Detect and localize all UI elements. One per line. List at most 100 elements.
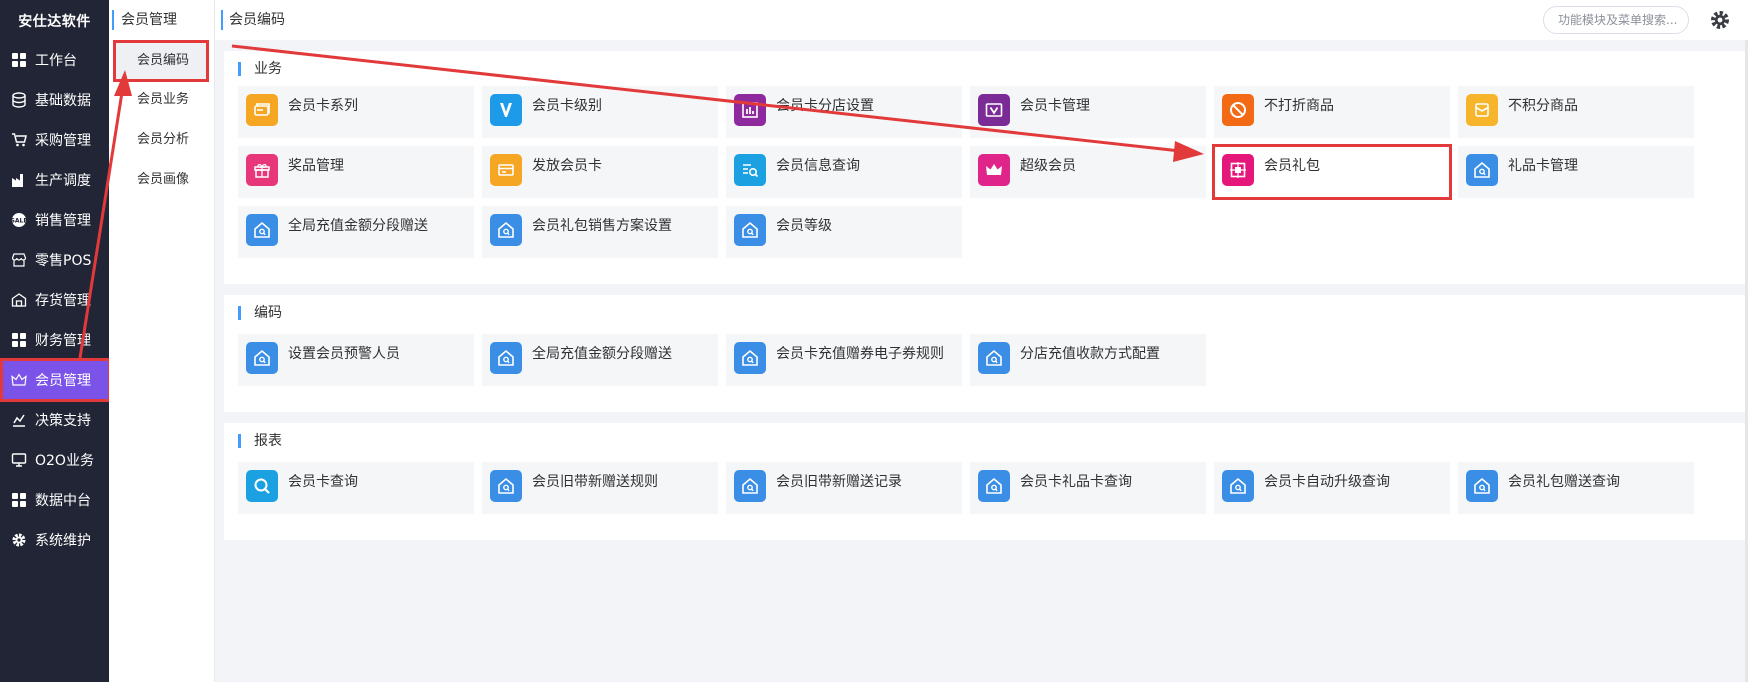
house-search-icon — [1466, 154, 1498, 186]
svg-text:SALE: SALE — [11, 218, 27, 225]
tile-global-recharge-tier-gift[interactable]: 全局充值金额分段赠送 — [482, 334, 718, 386]
grid-icon — [9, 50, 29, 70]
tile-super-member[interactable]: 超级会员 — [970, 146, 1206, 198]
sidebar-item-decision-support[interactable]: 决策支持 — [0, 402, 109, 438]
monitor-icon — [9, 450, 29, 470]
cart-icon — [9, 130, 29, 150]
tile-global-recharge-tier-gift[interactable]: 全局充值金额分段赠送 — [238, 206, 474, 258]
sidebar-item-workbench[interactable]: 工作台 — [0, 42, 109, 78]
tile-member-card-store-setting[interactable]: 会员卡分店设置 — [726, 86, 962, 138]
sidebar-item-purchasing[interactable]: 采购管理 — [0, 122, 109, 158]
main-sidebar: 安仕达软件 工作台 基础数据 采购管理 生产调度 SALE 销售管理 零售POS — [0, 0, 111, 682]
tile-member-card-query[interactable]: 会员卡查询 — [238, 462, 474, 514]
sidebar-item-retail-pos[interactable]: 零售POS — [0, 242, 109, 278]
sidebar-item-label: 决策支持 — [35, 413, 91, 429]
card-stack-icon — [246, 94, 278, 126]
tile-non-discount-goods[interactable]: 不打折商品 — [1214, 86, 1450, 138]
sidebar-item-system[interactable]: 系统维护 — [0, 522, 109, 558]
tile-member-gift-pack[interactable]: 会员礼包 — [1212, 144, 1452, 200]
house-search-icon — [490, 470, 522, 502]
tile-label: 奖品管理 — [288, 158, 344, 174]
tile-prize-management[interactable]: 奖品管理 — [238, 146, 474, 198]
sidebar-item-o2o[interactable]: O2O业务 — [0, 442, 109, 478]
gear-icon — [9, 530, 29, 550]
tile-label: 超级会员 — [1020, 158, 1076, 174]
sidebar-item-sales[interactable]: SALE 销售管理 — [0, 202, 109, 238]
settings-gear-icon[interactable] — [1710, 10, 1730, 30]
tile-member-grade[interactable]: 会员等级 — [726, 206, 962, 258]
tile-label: 会员等级 — [776, 218, 832, 234]
shop-chart-icon — [734, 94, 766, 126]
bag-icon — [1466, 94, 1498, 126]
tile-auto-upgrade-query[interactable]: 会员卡自动升级查询 — [1214, 462, 1450, 514]
brand-title: 安仕达软件 — [18, 14, 91, 30]
subnav-title: 会员管理 — [112, 10, 177, 30]
house-search-icon — [246, 214, 278, 246]
tile-member-card-management[interactable]: 会员卡管理 — [970, 86, 1206, 138]
tile-label: 会员旧带新赠送规则 — [532, 474, 658, 490]
sidebar-item-label: O2O业务 — [35, 453, 94, 469]
house-search-icon — [734, 470, 766, 502]
tile-label: 会员信息查询 — [776, 158, 860, 174]
tile-label: 会员礼包赠送查询 — [1508, 474, 1620, 490]
tile-referral-gift-record[interactable]: 会员旧带新赠送记录 — [726, 462, 962, 514]
sidebar-item-finance[interactable]: 财务管理 — [0, 322, 109, 358]
sidebar-item-label: 工作台 — [35, 53, 77, 69]
tile-label: 会员礼包 — [1264, 158, 1320, 174]
tile-member-card-level[interactable]: 会员卡级别 — [482, 86, 718, 138]
tile-label: 全局充值金额分段赠送 — [288, 218, 428, 234]
house-search-icon — [246, 342, 278, 374]
tile-member-info-query[interactable]: 会员信息查询 — [726, 146, 962, 198]
tile-label: 会员卡充值赠券电子券规则 — [776, 346, 944, 362]
subnav-item-member-code[interactable]: 会员编码 — [113, 40, 209, 82]
tile-label: 全局充值金额分段赠送 — [532, 346, 672, 362]
subnav-item-member-portrait[interactable]: 会员画像 — [109, 165, 215, 195]
house-search-icon — [978, 470, 1010, 502]
search-input[interactable] — [1543, 6, 1689, 34]
chart-icon — [9, 410, 29, 430]
tile-label: 设置会员预警人员 — [288, 346, 400, 362]
tile-gift-card-management[interactable]: 礼品卡管理 — [1458, 146, 1694, 198]
tile-label: 会员卡查询 — [288, 474, 358, 490]
tile-member-card-series[interactable]: 会员卡系列 — [238, 86, 474, 138]
subnav-item-member-business[interactable]: 会员业务 — [109, 85, 215, 115]
house-search-icon — [490, 342, 522, 374]
house-search-icon — [1466, 470, 1498, 502]
top-header: 会员编码 — [215, 0, 1748, 40]
sidebar-item-member-management[interactable]: 会员管理 — [0, 358, 111, 402]
house-search-icon — [490, 214, 522, 246]
magnifier-icon — [246, 470, 278, 502]
sidebar-item-data-center[interactable]: 数据中台 — [0, 482, 109, 518]
tile-gift-pack-gift-query[interactable]: 会员礼包赠送查询 — [1458, 462, 1694, 514]
sidebar-item-label: 系统维护 — [35, 533, 91, 549]
no-entry-icon — [1222, 94, 1254, 126]
store-icon — [9, 250, 29, 270]
sale-badge-icon: SALE — [9, 210, 29, 230]
tile-label: 不积分商品 — [1508, 98, 1578, 114]
sidebar-item-label: 会员管理 — [35, 373, 91, 389]
subnav-item-member-analysis[interactable]: 会员分析 — [109, 125, 215, 155]
tile-label: 分店充值收款方式配置 — [1020, 346, 1160, 362]
sidebar-item-basic-data[interactable]: 基础数据 — [0, 82, 109, 118]
tile-label: 发放会员卡 — [532, 158, 602, 174]
tile-issue-member-card[interactable]: 发放会员卡 — [482, 146, 718, 198]
section-business: 业务 会员卡系列 会员卡级别 会员卡分店设置 会员卡管理 不打折商品 不积分商品… — [224, 51, 1748, 284]
tv-card-icon — [978, 94, 1010, 126]
tile-store-recharge-payment-config[interactable]: 分店充值收款方式配置 — [970, 334, 1206, 386]
tile-non-points-goods[interactable]: 不积分商品 — [1458, 86, 1694, 138]
sidebar-item-inventory[interactable]: 存货管理 — [0, 282, 109, 318]
tile-recharge-coupon-rule[interactable]: 会员卡充值赠券电子券规则 — [726, 334, 962, 386]
tile-member-alert-staff[interactable]: 设置会员预警人员 — [238, 334, 474, 386]
search-list-icon — [734, 154, 766, 186]
warehouse-icon — [9, 290, 29, 310]
sidebar-item-label: 基础数据 — [35, 93, 91, 109]
tile-referral-gift-rule[interactable]: 会员旧带新赠送规则 — [482, 462, 718, 514]
sidebar-item-label: 零售POS — [35, 253, 92, 269]
tile-gift-pack-sales-plan[interactable]: 会员礼包销售方案设置 — [482, 206, 718, 258]
sidebar-item-production[interactable]: 生产调度 — [0, 162, 109, 198]
crown-icon — [978, 154, 1010, 186]
tile-gift-card-query[interactable]: 会员卡礼品卡查询 — [970, 462, 1206, 514]
grid-icon — [9, 330, 29, 350]
v-letter-icon — [490, 94, 522, 126]
tile-label: 会员礼包销售方案设置 — [532, 218, 672, 234]
